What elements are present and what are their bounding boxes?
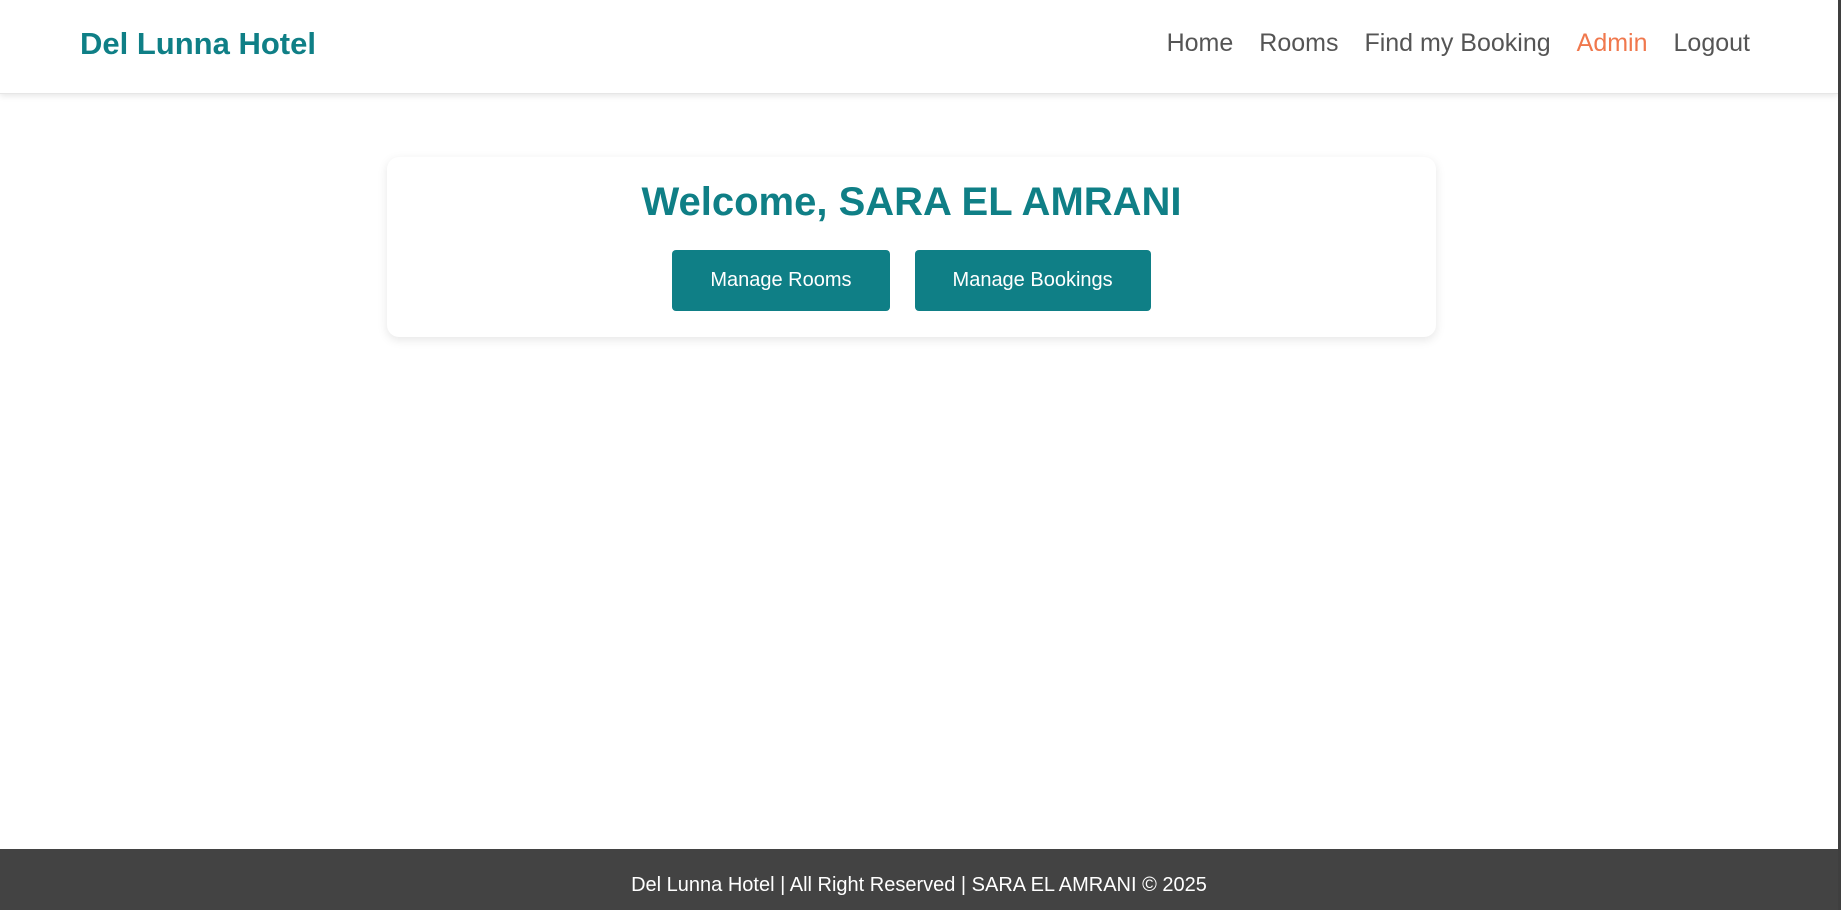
manage-bookings-button[interactable]: Manage Bookings — [914, 250, 1151, 311]
admin-actions: Manage Rooms Manage Bookings — [387, 250, 1436, 311]
navbar: Del Lunna Hotel Home Rooms Find my Booki… — [0, 0, 1838, 94]
nav-link-admin[interactable]: Admin — [1577, 29, 1648, 58]
nav-link-logout[interactable]: Logout — [1674, 29, 1750, 58]
nav-link-find-my-booking[interactable]: Find my Booking — [1364, 29, 1550, 58]
brand-logo-link[interactable]: Del Lunna Hotel — [80, 26, 316, 62]
welcome-heading: Welcome, SARA EL AMRANI — [641, 180, 1182, 224]
admin-welcome-card: Welcome, SARA EL AMRANI Manage Rooms Man… — [387, 157, 1436, 337]
footer: Del Lunna Hotel | All Right Reserved | S… — [0, 849, 1838, 910]
manage-rooms-button[interactable]: Manage Rooms — [672, 250, 890, 311]
footer-text: Del Lunna Hotel | All Right Reserved | S… — [631, 874, 1207, 896]
nav-link-home[interactable]: Home — [1167, 29, 1234, 58]
page: Del Lunna Hotel Home Rooms Find my Booki… — [0, 0, 1841, 910]
nav-link-rooms[interactable]: Rooms — [1259, 29, 1338, 58]
nav-links: Home Rooms Find my Booking Admin Logout — [1167, 29, 1750, 58]
